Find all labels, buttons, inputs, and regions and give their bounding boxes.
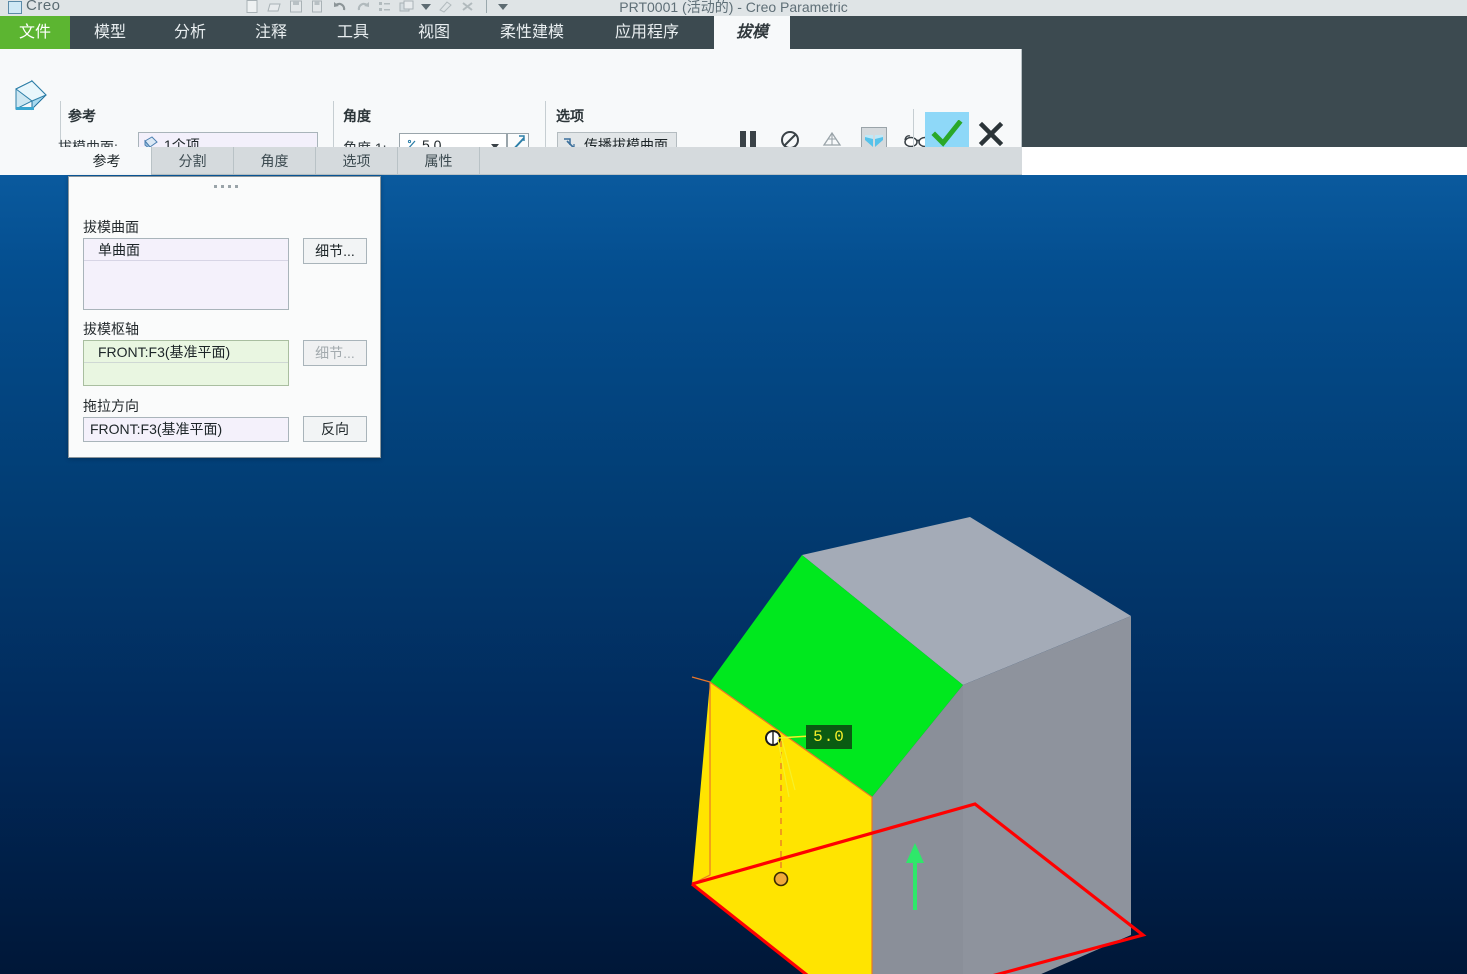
subtab-properties[interactable]: 属性 [398,147,480,175]
redo-icon[interactable] [355,0,370,13]
ribbon-empty-area [1022,49,1467,147]
list-item[interactable]: FRONT:F3(基准平面) [84,341,288,363]
tab-tools[interactable]: 工具 [313,16,393,49]
tab-view[interactable]: 视图 [394,16,474,49]
tab-analysis[interactable]: 分析 [150,16,230,49]
quick-access-divider [486,0,487,13]
pull-direction-input[interactable]: FRONT:F3(基准平面) [83,417,289,442]
tab-draft[interactable]: 拔模 [714,16,790,49]
subtab-strip-edge [0,147,62,175]
pull-direction-label: 拖拉方向 [83,398,139,414]
erase-icon[interactable] [438,0,453,13]
reverse-direction-button[interactable]: 反向 [303,416,367,442]
tab-file[interactable]: 文件 [0,16,70,49]
group-title-angle: 角度 [343,108,371,124]
regenerate-icon[interactable] [377,0,392,13]
subtab-references[interactable]: 参考 [62,147,152,175]
new-icon[interactable] [245,0,260,13]
tab-flexible-modeling[interactable]: 柔性建模 [478,16,586,49]
draft-hinges-details-button: 细节... [303,340,367,366]
undo-icon[interactable] [333,0,348,13]
draft-feature-icon [8,71,52,115]
close-window-icon[interactable] [460,0,475,13]
subtab-split[interactable]: 分割 [152,147,234,175]
title-bar: Creo PRT0001 (活动的) - Creo Parametric [0,0,1467,16]
window-title: PRT0001 (活动的) - Creo Parametric [619,0,848,15]
subtab-options[interactable]: 选项 [316,147,398,175]
feature-subtab-strip: 参考 分割 角度 选项 属性 [0,147,1022,175]
draft-angle-dimension[interactable]: 5.0 [806,725,852,749]
draft-surfaces-details-button[interactable]: 细节... [303,238,367,264]
draft-hinges-label: 拔模枢轴 [83,321,139,337]
save-as-icon[interactable] [311,0,326,13]
tab-model[interactable]: 模型 [70,16,150,49]
group-title-options: 选项 [556,108,584,124]
open-icon[interactable] [267,0,282,13]
window-caret-icon[interactable] [421,3,431,10]
draft-references-dialog[interactable]: 拔模曲面 单曲面 细节... 拔模枢轴 FRONT:F3(基准平面) 细节...… [68,176,381,458]
draft-hinges-list[interactable]: FRONT:F3(基准平面) [83,340,289,386]
save-icon[interactable] [289,0,304,13]
ribbon-tab-strip: 文件 模型 分析 注释 工具 视图 柔性建模 应用程序 拔模 [0,16,1467,49]
ribbon-body: 参考 拔模曲面: 1个项 拔模枢轴: 1个平面 角度 角度 1: 5.0 [0,49,1022,193]
tab-applications[interactable]: 应用程序 [592,16,702,49]
window-icon[interactable] [399,0,414,13]
customize-caret-icon[interactable] [498,3,508,10]
quick-access-toolbar [245,0,508,13]
draft-surfaces-label: 拔模曲面 [83,219,139,235]
subtab-angles[interactable]: 角度 [234,147,316,175]
list-item[interactable]: 单曲面 [84,239,288,261]
draft-surfaces-list[interactable]: 单曲面 [83,238,289,310]
dialog-grip-handle[interactable] [69,181,382,191]
tab-annotate[interactable]: 注释 [231,16,311,49]
group-title-reference: 参考 [68,108,96,124]
creo-parametric-window: Creo PRT0001 (活动的) - Creo Parametric 文件 … [0,0,1467,974]
